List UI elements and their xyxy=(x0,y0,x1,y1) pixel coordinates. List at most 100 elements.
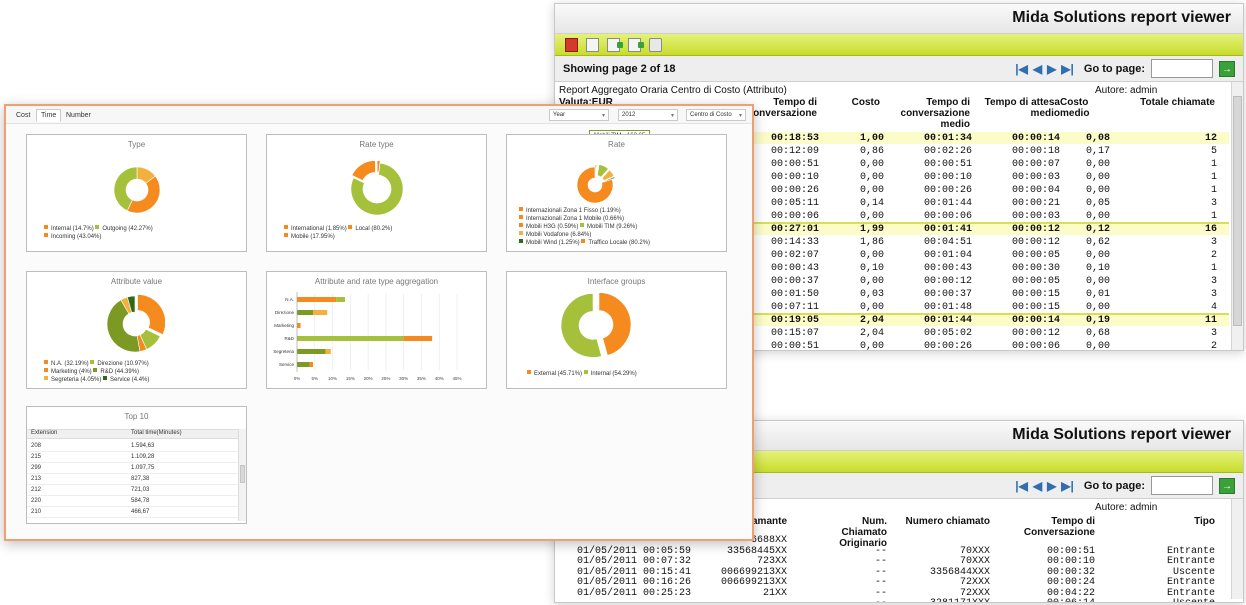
go-button[interactable]: → xyxy=(1219,477,1235,494)
word-export-icon[interactable] xyxy=(586,37,599,52)
panel-aggregation: Attribute and rate type aggregation 0% 5%… xyxy=(266,271,487,389)
report-scrollbar[interactable] xyxy=(1231,499,1243,599)
list-item[interactable]: 220 584,78 xyxy=(27,496,238,507)
table-cell: 00:07:11 xyxy=(770,302,819,313)
table-cell: 1 xyxy=(1210,185,1217,196)
panel-rate: Rate Internazionali Zona 1 Fisso (1.19%)… xyxy=(506,134,727,252)
list-item[interactable]: 299 1.097,75 xyxy=(27,463,238,474)
bar-segment[interactable] xyxy=(325,349,331,354)
first-page-icon[interactable]: |◀ xyxy=(1015,62,1028,76)
year-select[interactable]: 2012 ▾ xyxy=(618,109,678,121)
excel-export-icon[interactable] xyxy=(607,37,623,52)
column-header: Tempo di conversazione medio xyxy=(900,97,970,130)
next-page-icon[interactable]: ▶ xyxy=(1047,479,1056,493)
panel-title: Top 10 xyxy=(124,412,149,421)
list-item[interactable]: 213 827,38 xyxy=(27,474,238,485)
legend-label: Local (80.2%) xyxy=(355,226,393,232)
legend-label: Mobili TIM (9.26%) xyxy=(587,224,638,230)
table-cell: 2,04 xyxy=(859,315,884,326)
list-item[interactable]: 210 466,67 xyxy=(27,507,238,518)
csv-export-icon[interactable] xyxy=(628,37,644,52)
year-select-value: 2012 xyxy=(622,112,636,118)
column-header: Costo medio xyxy=(1060,97,1090,119)
next-page-icon[interactable]: ▶ xyxy=(1047,62,1056,76)
bar-segment[interactable] xyxy=(297,310,313,315)
donut-slice[interactable] xyxy=(137,294,165,336)
table-cell: Uscente xyxy=(1135,598,1215,602)
table-cell: 1 xyxy=(1210,211,1217,222)
scrollbar-thumb[interactable] xyxy=(240,465,245,483)
goto-label: Go to page: xyxy=(1083,62,1145,75)
scrollbar-thumb[interactable] xyxy=(1233,96,1242,326)
goto-page-input[interactable] xyxy=(1151,476,1213,495)
table-cell: 00:00:37 xyxy=(770,276,819,287)
type-donut-chart[interactable] xyxy=(112,165,162,215)
bar-segment[interactable] xyxy=(297,297,337,302)
list-item[interactable]: 215 1.109,28 xyxy=(27,452,238,463)
table-cell: -- xyxy=(874,566,887,578)
table-cell: 0,00 xyxy=(859,250,884,261)
dashboard-toolbar: Cost Time Number Year ▾ 2012 ▾ Centro di C… xyxy=(6,106,752,124)
bar-segment[interactable] xyxy=(313,310,328,315)
list-item[interactable]: 212 721,03 xyxy=(27,485,238,496)
bar-segment[interactable] xyxy=(297,336,404,341)
table-cell: 00:01:44 xyxy=(923,315,972,326)
x-tick-label: 30% xyxy=(399,376,408,381)
bar-segment[interactable] xyxy=(297,349,326,354)
previous-page-icon[interactable]: ◀ xyxy=(1033,62,1042,76)
tab-cost[interactable]: Cost xyxy=(11,109,35,122)
rate-donut-chart[interactable] xyxy=(575,165,615,205)
donut-slice[interactable] xyxy=(351,161,376,181)
table-cell: 00:00:10 xyxy=(1046,556,1095,567)
bar-segment[interactable] xyxy=(297,323,301,328)
report-author: Autore: admin xyxy=(1095,502,1158,513)
period-select-value: Year xyxy=(553,112,566,118)
table-cell: 16 xyxy=(1204,224,1217,235)
donut-slice[interactable] xyxy=(126,175,161,214)
bar-segment[interactable] xyxy=(309,362,313,367)
table-cell: 0,00 xyxy=(1085,250,1110,261)
pdf-export-icon[interactable] xyxy=(565,37,578,52)
top10-scrollbar[interactable] xyxy=(238,429,246,521)
period-select[interactable]: Year ▾ xyxy=(549,109,609,121)
column-header[interactable]: Extension xyxy=(31,430,57,436)
list-item[interactable]: 208 1.594,63 xyxy=(27,441,238,452)
legend-label: International (1.85%) xyxy=(291,226,347,232)
bar-segment[interactable] xyxy=(336,297,345,302)
go-button[interactable]: → xyxy=(1219,60,1235,77)
table-cell: 1 xyxy=(1210,263,1217,274)
attribute-value-donut-chart[interactable] xyxy=(105,294,165,354)
print-icon[interactable] xyxy=(649,37,662,52)
bar-segment[interactable] xyxy=(403,336,433,341)
goto-page-input[interactable] xyxy=(1151,59,1213,78)
rate-type-donut-chart[interactable] xyxy=(349,161,405,217)
last-page-icon[interactable]: ▶| xyxy=(1061,479,1074,493)
tab-time[interactable]: Time xyxy=(36,109,62,122)
legend-label: R&D (44.39%) xyxy=(100,369,140,375)
report-scrollbar[interactable] xyxy=(1231,82,1243,350)
panel-interface-groups: Interface groups External (45.71%) Inter… xyxy=(506,271,727,389)
extension-cell: 213 xyxy=(31,476,42,482)
table-cell: 00:00:51 xyxy=(1046,545,1095,557)
goto-label: Go to page: xyxy=(1083,479,1145,492)
table-cell: 0,00 xyxy=(859,302,884,313)
table-cell: 00:01:04 xyxy=(923,250,972,261)
table-cell: 0,00 xyxy=(1085,185,1110,196)
first-page-icon[interactable]: |◀ xyxy=(1015,479,1028,493)
interface-groups-donut-chart[interactable] xyxy=(561,290,631,360)
table-cell: 0,12 xyxy=(1085,224,1110,235)
donut-slice[interactable] xyxy=(561,293,602,358)
legend-swatch xyxy=(527,370,531,374)
column-header[interactable]: Total time(Minutes) xyxy=(131,430,182,436)
last-page-icon[interactable]: ▶| xyxy=(1061,62,1074,76)
aggregation-bar-chart[interactable]: 0% 5% 10% 15% 20% 25% 30% 35% 40% 45% N.A. Direzion… xyxy=(267,286,486,388)
donut-slice[interactable] xyxy=(598,292,631,356)
group-select[interactable]: Centro di Costo ▾ xyxy=(686,109,746,121)
tab-number[interactable]: Number xyxy=(61,109,96,122)
table-cell: 00:04:51 xyxy=(923,237,972,248)
table-cell: 00:00:18 xyxy=(1011,146,1060,157)
legend-swatch xyxy=(44,233,48,237)
previous-page-icon[interactable]: ◀ xyxy=(1033,479,1042,493)
table-cell: 00:27:01 xyxy=(770,224,819,235)
bar-segment[interactable] xyxy=(297,362,310,367)
